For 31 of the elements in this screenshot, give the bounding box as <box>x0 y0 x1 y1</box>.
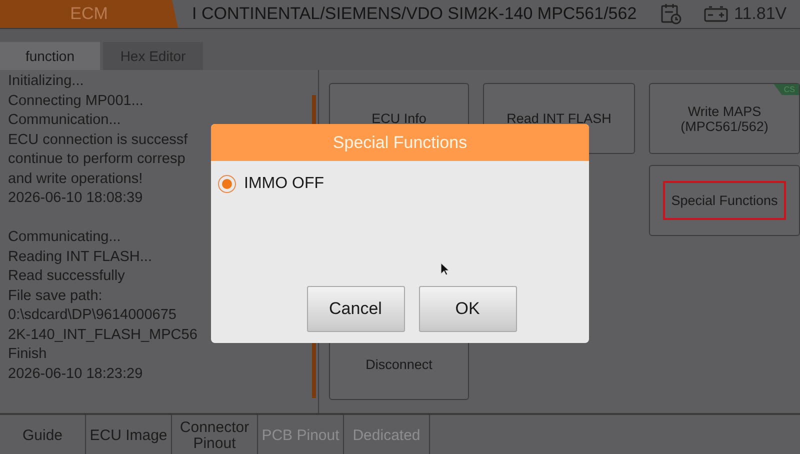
mouse-pointer-icon <box>440 262 450 276</box>
log-line: ECU connection is successf <box>8 130 188 150</box>
battery-icon <box>704 6 728 22</box>
calendar-clock-icon <box>660 3 682 25</box>
tab[interactable]: function <box>0 42 100 70</box>
log-line: Reading INT FLASH... <box>8 248 152 266</box>
log-line: Communicating... <box>8 228 121 247</box>
vehicle-title: I CONTINENTAL/SIEMENS/VDO SIM2K-140 MPC561/562 <box>191 4 638 24</box>
log-line: 2026-06-10 18:23:29 <box>8 364 143 384</box>
log-line: Connecting MP001... <box>8 92 144 110</box>
log-line: 2K-140_INT_FLASH_MPC56 <box>8 326 198 344</box>
log-line: File save path: <box>8 286 102 306</box>
log-line: continue to perform corresp <box>8 150 186 169</box>
function-button[interactable]: Special Functions <box>649 165 800 236</box>
log-line: and write operations! <box>8 170 143 188</box>
log-line: 2026-06-10 18:08:39 <box>8 189 143 208</box>
dialog-title: Special Functions <box>211 124 589 161</box>
bottom-tab[interactable]: ECU Image <box>86 415 172 454</box>
bottom-tab[interactable]: Connector Pinout <box>172 415 258 454</box>
log-line: Communication... <box>8 111 121 130</box>
module-tab[interactable]: ECM <box>0 0 178 28</box>
log-line: Finish <box>8 345 47 364</box>
log-line: Read successfully <box>8 267 125 286</box>
dialog-button[interactable]: OK <box>418 286 516 332</box>
dialog-button[interactable]: Cancel <box>306 286 404 332</box>
voltage-reading: 11.81V <box>734 4 787 24</box>
log-line: 0:\sdcard\DP\9614000675 <box>8 306 176 325</box>
bottom-tab[interactable]: Guide <box>0 415 86 454</box>
option-label[interactable]: IMMO OFF <box>244 175 324 193</box>
radio-button[interactable] <box>218 175 236 193</box>
log-line: Initializing... <box>8 72 84 91</box>
